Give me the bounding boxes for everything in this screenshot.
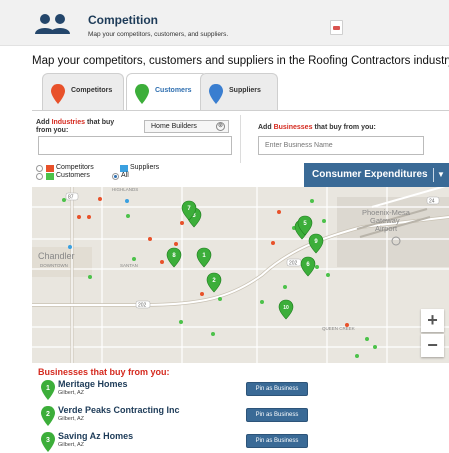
svg-text:2: 2 (46, 411, 50, 418)
orange-pin-icon (51, 84, 65, 104)
businesses-label: Add Businesses that buy from you: (258, 124, 376, 131)
map-pin-8: 8 (166, 247, 182, 268)
chevron-down-icon[interactable]: ▼ (437, 170, 445, 179)
svg-text:10: 10 (283, 305, 289, 311)
remove-chip-icon[interactable]: ⊗ (216, 122, 225, 131)
map-view[interactable]: 87 202 24 202 Chandler DOWNTOWN Phoenix-… (32, 187, 449, 363)
legend-competitors[interactable]: Competitors (56, 164, 94, 171)
green-pin-icon: 1 (41, 380, 55, 400)
map-pin-10: 10 (278, 299, 294, 320)
competitors-swatch (46, 165, 54, 172)
radio-customers[interactable] (36, 173, 43, 180)
customers-swatch (46, 173, 54, 180)
svg-text:Airport: Airport (375, 224, 398, 233)
legend-all[interactable]: All (121, 172, 129, 179)
green-pin-icon: 3 (41, 432, 55, 452)
tab-label: Customers (155, 87, 192, 94)
business-city: Gilbert, AZ (58, 416, 84, 422)
svg-text:202: 202 (289, 261, 298, 267)
svg-text:24: 24 (429, 199, 435, 205)
svg-text:HIGHLANDS: HIGHLANDS (112, 187, 138, 192)
map-pin-2: 2 (206, 272, 222, 293)
zoom-out-button[interactable]: − (421, 334, 444, 357)
tab-label: Competitors (71, 87, 113, 94)
app-header: Competition Map your competitors, custom… (0, 0, 449, 46)
people-icon (35, 14, 70, 34)
page-subtitle: Map your competitors, customers, and sup… (88, 31, 229, 38)
filter-divider (240, 115, 241, 163)
pin-as-business-button[interactable]: Pin as Business (246, 408, 308, 422)
industries-input[interactable] (38, 136, 232, 155)
business-row: 2 Verde Peaks Contracting Inc Gilbert, A… (38, 405, 418, 427)
industry-chip[interactable]: Home Builders ⊗ (144, 120, 229, 133)
svg-text:SANTAN: SANTAN (120, 263, 138, 268)
suppliers-swatch (120, 165, 128, 172)
business-city: Gilbert, AZ (58, 390, 84, 396)
green-pin-icon: 2 (41, 406, 55, 426)
business-row: 1 Meritage Homes Gilbert, AZ Pin as Busi… (38, 379, 418, 401)
svg-text:DOWNTOWN: DOWNTOWN (40, 263, 68, 268)
industries-label: Add Industries that buy from you: (36, 119, 115, 134)
business-search-input[interactable] (258, 136, 424, 155)
section-headline: Map your competitors, customers and supp… (32, 55, 449, 67)
tab-suppliers[interactable]: Suppliers (200, 73, 278, 110)
svg-text:87: 87 (68, 195, 74, 201)
map-canvas: 87 202 24 202 Chandler DOWNTOWN Phoenix-… (32, 187, 449, 363)
map-pin-1: 1 (196, 247, 212, 268)
svg-text:Chandler: Chandler (38, 251, 75, 261)
map-pin-9: 9 (308, 233, 324, 254)
legend-suppliers[interactable]: Suppliers (130, 164, 159, 171)
business-row: 3 Saving Az Homes Gilbert, AZ Pin as Bus… (38, 431, 418, 453)
svg-text:QUEEN CREEK: QUEEN CREEK (322, 326, 355, 331)
businesses-heading: Businesses that buy from you: (38, 367, 170, 377)
filters-panel: Add Industries that buy from you: Home B… (32, 111, 449, 163)
radio-all[interactable] (112, 173, 119, 180)
legend-customers[interactable]: Customers (56, 172, 90, 179)
tab-customers[interactable]: Customers (126, 73, 208, 111)
svg-text:3: 3 (46, 437, 50, 444)
blue-pin-icon (209, 84, 223, 104)
zoom-in-button[interactable]: + (421, 309, 444, 332)
business-name[interactable]: Saving Az Homes (58, 431, 133, 441)
tab-competitors[interactable]: Competitors (42, 73, 124, 110)
svg-text:202: 202 (138, 303, 147, 309)
green-pin-icon (135, 84, 149, 104)
business-name[interactable]: Meritage Homes (58, 379, 128, 389)
svg-text:1: 1 (46, 385, 50, 392)
consumer-expenditures-button[interactable]: Consumer Expenditures ▼ (304, 163, 449, 187)
business-name[interactable]: Verde Peaks Contracting Inc (58, 405, 180, 415)
tab-label: Suppliers (229, 87, 261, 94)
business-city: Gilbert, AZ (58, 442, 84, 448)
pin-as-business-button[interactable]: Pin as Business (246, 434, 308, 448)
map-pin-6: 6 (300, 256, 316, 277)
radio-competitors[interactable] (36, 165, 43, 172)
pdf-export-icon[interactable] (330, 20, 343, 35)
pin-as-business-button[interactable]: Pin as Business (246, 382, 308, 396)
page-title: Competition (88, 13, 158, 27)
